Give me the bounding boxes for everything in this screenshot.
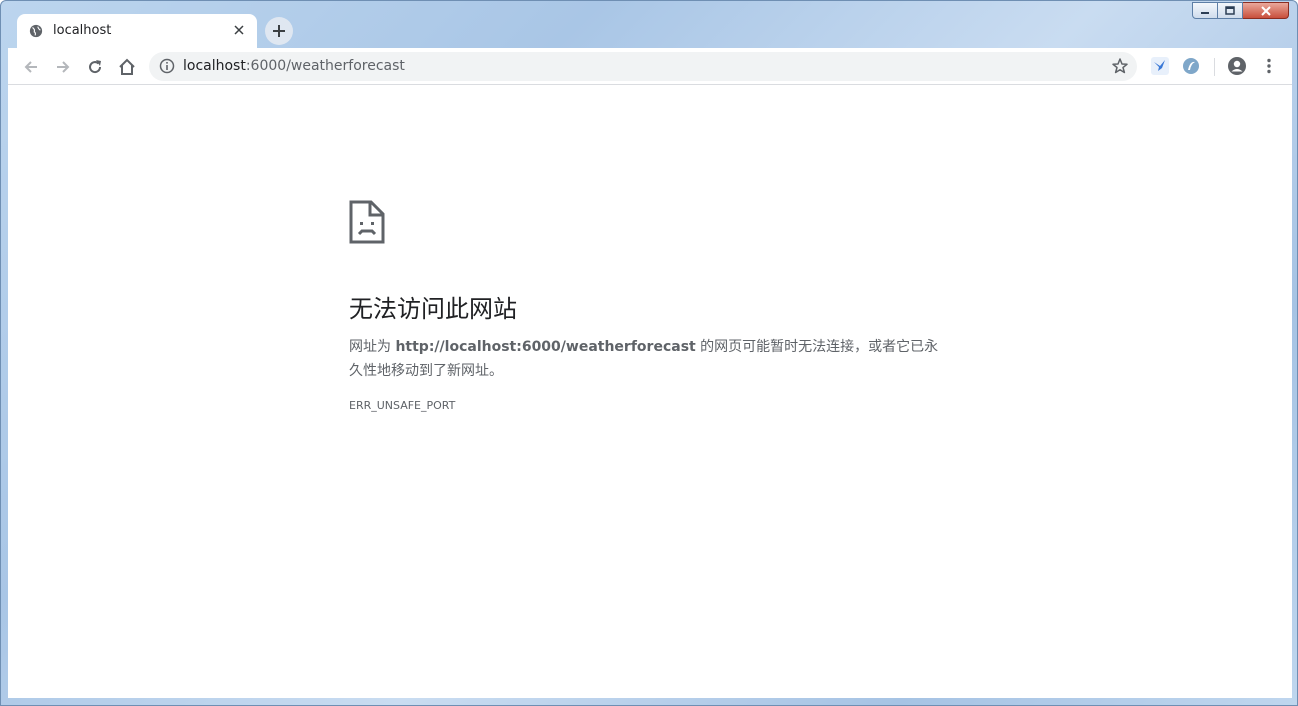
profile-avatar-icon[interactable] (1227, 56, 1247, 76)
forward-button[interactable] (50, 54, 76, 80)
extension-bird-icon[interactable] (1150, 56, 1170, 76)
arrow-left-icon (24, 61, 37, 73)
error-heading: 无法访问此网站 (349, 295, 517, 323)
minimize-button[interactable] (1192, 2, 1218, 19)
info-icon[interactable] (159, 58, 175, 74)
reload-button[interactable] (82, 54, 108, 80)
tab-localhost[interactable]: localhost (17, 14, 257, 48)
browser-window: localhost localhost:6000/weatherforecast… (0, 0, 1298, 706)
error-message: 网址为 http://localhost:6000/weatherforecas… (349, 335, 949, 383)
maximize-button[interactable] (1218, 2, 1243, 19)
close-icon (1260, 5, 1271, 16)
reload-icon (89, 60, 102, 74)
toolbar-separator (1214, 58, 1215, 76)
bookmark-star-icon[interactable] (1111, 57, 1129, 75)
url-path: :6000/weatherforecast (245, 58, 405, 74)
globe-icon (29, 24, 43, 38)
new-tab-button[interactable] (265, 17, 293, 45)
plus-icon (273, 25, 285, 37)
arrow-right-icon (57, 61, 70, 73)
page-content: 无法访问此网站 网址为 http://localhost:6000/weathe… (8, 85, 1292, 698)
tab-close-button[interactable] (231, 22, 247, 38)
error-code: ERR_UNSAFE_PORT (349, 399, 456, 412)
toolbar: localhost:6000/weatherforecast (8, 48, 1292, 85)
home-icon (119, 58, 135, 75)
tab-title: localhost (53, 23, 112, 38)
extension-circle-icon[interactable] (1181, 56, 1201, 76)
sad-page-icon (349, 200, 385, 244)
window-close-button[interactable] (1243, 2, 1289, 19)
close-icon (234, 25, 244, 35)
error-url: http://localhost:6000/weatherforecast (395, 339, 696, 355)
home-button[interactable] (114, 54, 140, 80)
back-button[interactable] (18, 54, 44, 80)
url-text[interactable]: localhost:6000/weatherforecast (183, 58, 405, 74)
address-bar[interactable]: localhost:6000/weatherforecast (149, 52, 1137, 81)
minimize-icon (1201, 11, 1209, 14)
maximize-icon (1225, 5, 1235, 15)
url-host: localhost (183, 58, 246, 74)
window-controls (1192, 2, 1289, 20)
menu-kebab-icon[interactable] (1259, 56, 1279, 76)
error-message-prefix: 网址为 (349, 339, 396, 355)
